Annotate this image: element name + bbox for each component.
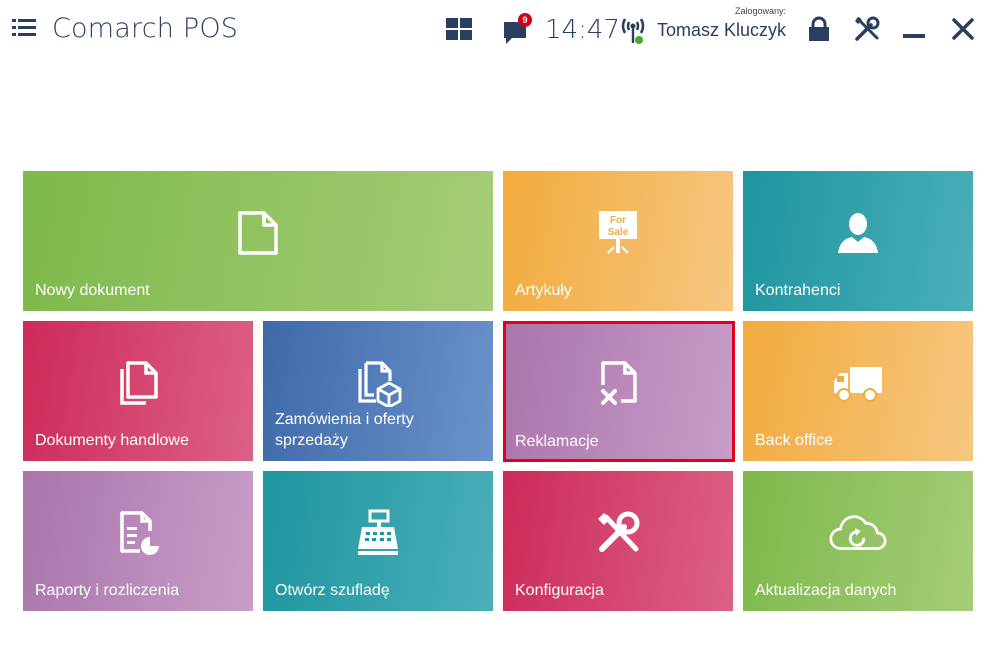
tile-otworz-szuflade[interactable]: Otwórz szufladę: [263, 471, 493, 611]
tile-label: Nowy dokument: [35, 282, 150, 299]
tile-label: Otwórz szufladę: [275, 582, 390, 599]
truck-icon: [834, 367, 882, 402]
tile-label: Artykuły: [515, 282, 572, 299]
tile-raporty-i-rozliczenia[interactable]: Raporty i rozliczenia: [23, 471, 253, 611]
logged-in-label: Zalogowany:: [734, 6, 786, 16]
header-bar: Comarch POS 9 14:47 Zalogowany: Tomasz K…: [0, 0, 993, 60]
report-icon: [120, 511, 159, 555]
cloud-sync-icon: [829, 515, 887, 550]
documents-box-icon: [358, 361, 402, 407]
lock-icon[interactable]: [807, 16, 831, 42]
person-icon: [838, 213, 878, 253]
settings-tools-icon[interactable]: [854, 16, 880, 42]
tools-icon: [598, 511, 640, 552]
cash-register-icon: [358, 509, 398, 555]
tile-nowy-dokument[interactable]: Nowy dokument: [23, 171, 493, 311]
tile-artykuly[interactable]: For Sale Artykuły: [503, 171, 733, 311]
notification-badge: 9: [518, 13, 532, 27]
tile-dokumenty-handlowe[interactable]: Dokumenty handlowe: [23, 321, 253, 461]
tile-label: Kontrahenci: [755, 282, 841, 299]
tile-aktualizacja-danych[interactable]: Aktualizacja danych: [743, 471, 973, 611]
document-x-icon: [601, 361, 637, 405]
tile-label: Aktualizacja danych: [755, 582, 897, 599]
hamburger-menu-icon[interactable]: [12, 17, 36, 39]
documents-icon: [120, 361, 158, 405]
tiles-view-icon[interactable]: [446, 18, 472, 40]
tile-label: Back office: [755, 432, 833, 449]
svg-text:Sale: Sale: [608, 227, 629, 238]
minimize-icon[interactable]: [903, 34, 925, 38]
tile-label: Konfiguracja: [515, 582, 604, 599]
app-title: Comarch POS: [52, 13, 239, 44]
tile-reklamacje[interactable]: Reklamacje: [503, 321, 735, 462]
document-icon: [238, 211, 278, 255]
clock: 14:47: [545, 15, 620, 45]
user-name[interactable]: Tomasz Kluczyk: [640, 20, 786, 41]
close-icon[interactable]: [952, 18, 974, 40]
tile-konfiguracja[interactable]: Konfiguracja: [503, 471, 733, 611]
tile-back-office[interactable]: Back office: [743, 321, 973, 461]
tile-label: Zamówienia i oferty sprzedaży: [275, 411, 414, 449]
tile-kontrahenci[interactable]: Kontrahenci: [743, 171, 973, 311]
tile-label: Dokumenty handlowe: [35, 432, 189, 449]
tile-zamowienia-i-oferty[interactable]: Zamówienia i oferty sprzedaży: [263, 321, 493, 461]
tile-label: Reklamacje: [515, 433, 599, 450]
for-sale-sign-icon: For Sale: [599, 211, 637, 254]
tile-label: Raporty i rozliczenia: [35, 582, 180, 599]
svg-text:For: For: [610, 215, 626, 226]
